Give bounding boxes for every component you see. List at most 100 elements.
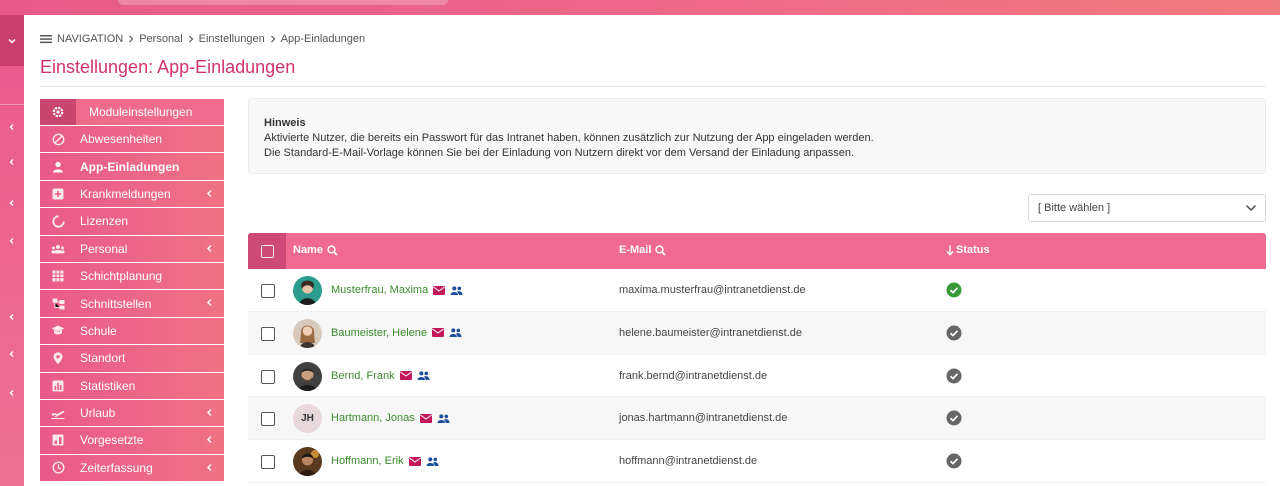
- breadcrumb-item-app-einladungen: App-Einladungen: [280, 33, 366, 45]
- row-checkbox[interactable]: [261, 455, 275, 470]
- chevron-left-icon: [207, 463, 212, 471]
- table-row[interactable]: Hoffmann, Erik hoffmann@intranetdienst.d…: [248, 440, 1266, 483]
- sidebar-item-vorgesetzte[interactable]: Vorgesetzte: [40, 427, 224, 454]
- row-name-text: Hoffmann, Erik: [331, 455, 404, 468]
- user-group-icon[interactable]: [450, 285, 463, 295]
- filter-select[interactable]: [ Bitte wählen ]: [1028, 194, 1266, 222]
- sidebar-item-personal[interactable]: Personal: [40, 235, 224, 262]
- breadcrumb-item-einstellungen[interactable]: Einstellungen: [199, 33, 265, 45]
- row-checkbox[interactable]: [261, 369, 275, 384]
- sidebar-item-label: Abwesenheiten: [80, 132, 163, 147]
- user-group-icon[interactable]: [426, 457, 439, 466]
- row-name[interactable]: Musterfrau, Maxima: [331, 284, 463, 296]
- calendar-grid-icon: [40, 270, 76, 282]
- map-pin-icon: [40, 352, 76, 365]
- hint-title: Hinweis: [264, 117, 306, 129]
- medical-cross-icon: [40, 188, 76, 200]
- sort-arrow-down-icon: [946, 245, 954, 256]
- rail-expand-2[interactable]: [0, 154, 24, 170]
- page-title: Einstellungen: App-Einladungen: [40, 57, 296, 77]
- sidebar-item-label: Vorgesetzte: [80, 433, 144, 448]
- sidebar-item-schichtplanung[interactable]: Schichtplanung: [40, 262, 224, 290]
- row-name[interactable]: Baumeister, Helene: [331, 327, 462, 339]
- avatar-initials: JH: [293, 404, 322, 434]
- row-email: hoffmann@intranetdienst.de: [619, 455, 758, 468]
- row-checkbox[interactable]: [261, 326, 275, 341]
- user-group-icon[interactable]: [449, 328, 462, 338]
- envelope-icon[interactable]: [399, 371, 412, 381]
- sidebar-item-standort[interactable]: Standort: [40, 345, 224, 372]
- rail-expand-1[interactable]: [0, 119, 24, 135]
- column-name-label: Name: [293, 244, 323, 256]
- chevron-left-icon: [207, 189, 212, 197]
- chevron-right-icon: [270, 35, 276, 43]
- sidebar-item-urlaub[interactable]: Urlaub: [40, 399, 224, 427]
- column-header-name[interactable]: Name: [293, 244, 338, 256]
- column-email-label: E-Mail: [619, 244, 652, 256]
- column-header-email[interactable]: E-Mail: [619, 244, 666, 256]
- chevron-left-icon: [9, 124, 14, 130]
- sidebar-item-label: Zeiterfassung: [80, 460, 153, 475]
- table-row[interactable]: Musterfrau, Maxima maxima.musterfrau@int…: [248, 269, 1266, 312]
- envelope-icon[interactable]: [408, 456, 421, 466]
- status-inactive-icon: [946, 368, 962, 387]
- sidebar-item-lizenzen[interactable]: Lizenzen: [40, 208, 224, 235]
- table-row[interactable]: JH Hartmann, Jonas jonas.hartmann@intran…: [248, 397, 1266, 441]
- plane-icon: [40, 408, 76, 419]
- envelope-icon[interactable]: [419, 413, 432, 423]
- global-search-stub[interactable]: [118, 0, 448, 5]
- sidebar-item-schnittstellen[interactable]: Schnittstellen: [40, 290, 224, 317]
- search-icon[interactable]: [655, 244, 666, 256]
- sidebar-item-statistiken[interactable]: Statistiken: [40, 372, 224, 399]
- breadcrumb-navigation[interactable]: NAVIGATION: [57, 33, 123, 45]
- status-inactive-icon: [946, 410, 962, 429]
- row-checkbox[interactable]: [261, 284, 275, 298]
- rail-divider: [0, 104, 24, 105]
- chevron-left-icon: [207, 244, 212, 252]
- sidebar-item-app-einladungen[interactable]: App-Einladungen: [40, 153, 224, 180]
- invitation-table: Name E-Mail Status Musterfrau, Maxima ma…: [248, 233, 1266, 483]
- hint-line-2: Die Standard-E-Mail-Vorlage können Sie b…: [264, 147, 855, 159]
- user-icon: [40, 161, 76, 173]
- circle-notch-icon: [40, 215, 76, 228]
- rail-expand-6[interactable]: [0, 346, 24, 362]
- breadcrumb-item-personal[interactable]: Personal: [139, 33, 182, 45]
- search-icon[interactable]: [327, 244, 338, 256]
- bar-chart-icon: [40, 380, 76, 392]
- chevron-down-icon: [1246, 205, 1256, 211]
- sidebar-item-label: App-Einladungen: [80, 159, 180, 174]
- rail-expand-7[interactable]: [0, 385, 24, 401]
- row-name[interactable]: Hoffmann, Erik: [331, 455, 439, 467]
- rail-expand-4[interactable]: [0, 233, 24, 249]
- row-email: jonas.hartmann@intranetdienst.de: [619, 412, 788, 425]
- select-all-checkbox[interactable]: [260, 244, 274, 258]
- column-header-status[interactable]: Status: [946, 244, 990, 256]
- row-checkbox[interactable]: [261, 412, 275, 427]
- user-group-icon[interactable]: [437, 414, 450, 423]
- sidebar-item-krankmeldungen[interactable]: Krankmeldungen: [40, 180, 224, 208]
- avatar: [293, 361, 322, 391]
- sidebar-item-label: Lizenzen: [80, 214, 129, 229]
- left-rail: [0, 15, 24, 486]
- hamburger-menu-icon[interactable]: [40, 34, 52, 44]
- avatar: [293, 276, 322, 305]
- rail-expand-3[interactable]: [0, 195, 24, 211]
- user-group-icon[interactable]: [417, 371, 430, 381]
- rail-expand-5[interactable]: [0, 309, 24, 325]
- sidebar-item-abwesenheiten[interactable]: Abwesenheiten: [40, 126, 224, 153]
- envelope-icon[interactable]: [432, 328, 444, 338]
- envelope-icon[interactable]: [433, 285, 446, 295]
- row-name-text: Musterfrau, Maxima: [331, 284, 429, 296]
- org-chart-icon: [40, 434, 76, 446]
- chevron-left-icon: [9, 200, 14, 206]
- table-row[interactable]: Bernd, Frank frank.bernd@intranetdienst.…: [248, 355, 1266, 398]
- rail-toggle-button[interactable]: [0, 15, 24, 66]
- table-row[interactable]: Baumeister, Helene helene.baumeister@int…: [248, 311, 1266, 355]
- sidebar-item-schule[interactable]: Schule: [40, 317, 224, 345]
- sidebar-item-zeiterfassung[interactable]: Zeiterfassung: [40, 454, 224, 482]
- select-all-cell: [248, 233, 286, 269]
- row-name[interactable]: Hartmann, Jonas: [331, 412, 450, 424]
- row-name[interactable]: Bernd, Frank: [331, 370, 430, 382]
- chevron-down-icon: [8, 38, 16, 44]
- row-name-text: Hartmann, Jonas: [331, 412, 415, 425]
